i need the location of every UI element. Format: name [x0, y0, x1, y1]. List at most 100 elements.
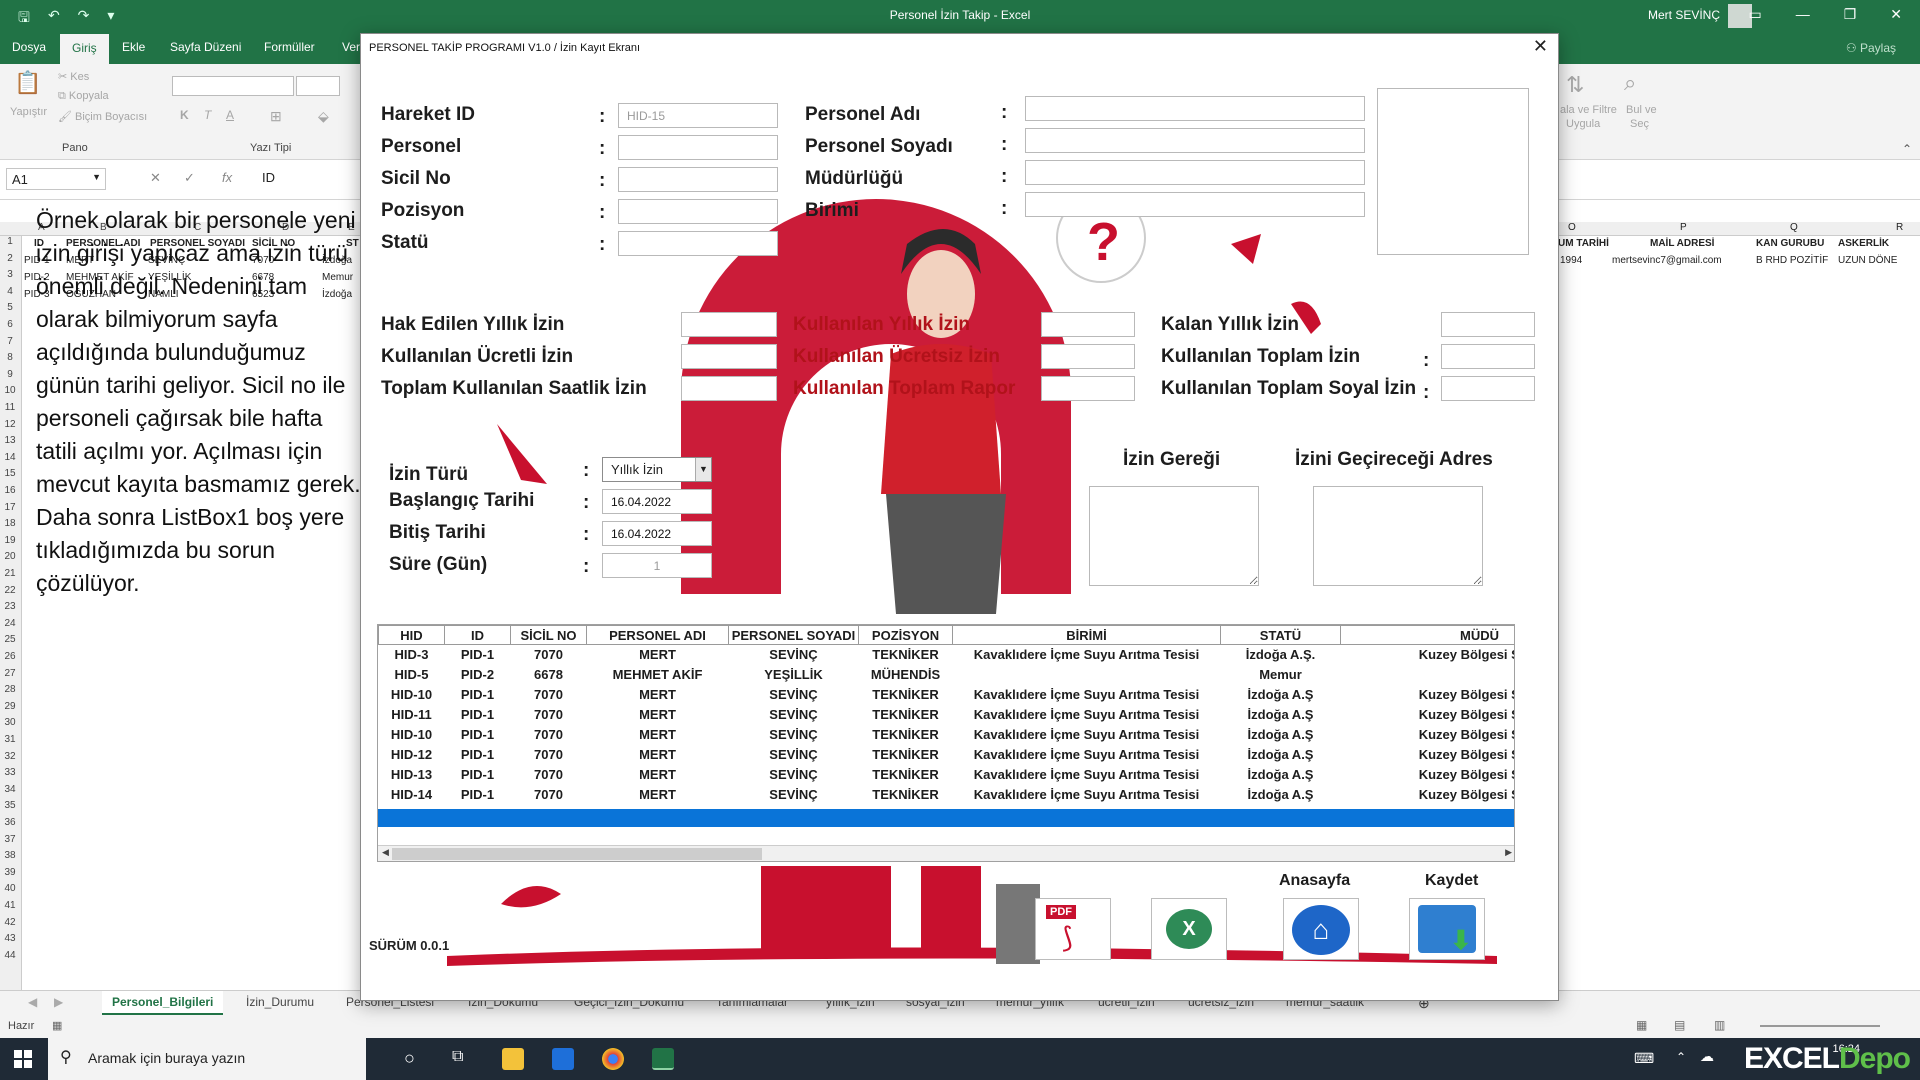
row-header[interactable]: 23	[0, 601, 20, 612]
column-header[interactable]: P	[1680, 222, 1687, 233]
row-header[interactable]: 15	[0, 468, 20, 479]
paste-button[interactable]: Yapıştır	[10, 106, 47, 118]
table-row[interactable]: HID-3 PID-1 7070 MERT SEVİNÇ TEKNİKER Kavaklıd…	[379, 645, 1514, 665]
clipboard-icon[interactable]: 📋	[14, 70, 41, 96]
italic-icon[interactable]: T	[204, 108, 211, 122]
row-header[interactable]: 32	[0, 751, 20, 762]
table-row[interactable]: HID-5 PID-2 6678 MEHMET AKİF YEŞİLLİK MÜHENDİ…	[379, 665, 1515, 685]
row-header[interactable]: 21	[0, 568, 20, 579]
row-header[interactable]: 33	[0, 767, 20, 778]
row-header[interactable]: 38	[0, 850, 20, 861]
row-header[interactable]: 41	[0, 900, 20, 911]
tab-veri[interactable]: Ver	[342, 40, 360, 54]
izin-turu-select[interactable]: Yıllık İzin ▼	[602, 457, 712, 482]
kullanilan-yillik-izin-field[interactable]	[1041, 312, 1135, 337]
scroll-right-icon[interactable]: ▶	[1505, 847, 1512, 858]
underline-icon[interactable]: A	[226, 108, 234, 122]
row-header[interactable]: 10	[0, 385, 20, 396]
share-button[interactable]: ⚇ Paylaş	[1846, 41, 1896, 55]
column-header-personel-soyadi[interactable]: PERSONEL SOYADI	[728, 625, 859, 645]
row-header[interactable]: 19	[0, 535, 20, 546]
page-layout-icon[interactable]: ▤	[1674, 1018, 1685, 1032]
bold-icon[interactable]: K	[180, 108, 189, 122]
row-header[interactable]: 25	[0, 634, 20, 645]
zoom-slider[interactable]	[1760, 1025, 1880, 1027]
column-header-id[interactable]: ID	[444, 625, 511, 645]
worksheet-grid-right[interactable]: O P Q R UM TARİHİ MAİL ADRESİ KAN GURUBU…	[1556, 200, 1920, 990]
row-header[interactable]: 26	[0, 651, 20, 662]
windows-start-icon[interactable]	[14, 1050, 32, 1068]
row-header[interactable]: 35	[0, 800, 20, 811]
selected-row-highlight[interactable]	[378, 809, 1514, 827]
row-header[interactable]: 28	[0, 684, 20, 695]
cell[interactable]: UM TARİHİ	[1558, 238, 1609, 249]
kullanilan-toplam-izin-field[interactable]	[1441, 344, 1535, 369]
row-header[interactable]: 24	[0, 618, 20, 629]
row-header[interactable]: 2	[0, 253, 20, 264]
scrollbar-thumb[interactable]	[392, 848, 762, 860]
name-box[interactable]: A1 ▼	[6, 168, 106, 190]
kullanilan-soyal-izin-field[interactable]	[1441, 376, 1535, 401]
macro-record-icon[interactable]: ▦	[52, 1019, 62, 1032]
scroll-left-icon[interactable]: ◀	[28, 995, 37, 1009]
column-header-mudurlugu[interactable]: MÜDÜ	[1340, 625, 1514, 645]
table-row[interactable]: UM TARİHİ MAİL ADRESİ KAN GURUBU ASKERLİ…	[1556, 238, 1920, 255]
personel-field[interactable]	[618, 135, 778, 160]
insert-function-icon[interactable]: fx	[222, 170, 232, 185]
sheet-tab-personel-bilgileri[interactable]: Personel_Bilgileri	[102, 991, 224, 1015]
row-header[interactable]: 5	[0, 302, 20, 313]
row-header[interactable]: 8	[0, 352, 20, 363]
user-name[interactable]: Mert SEVİNÇ	[1648, 8, 1720, 22]
row-header[interactable]: 34	[0, 784, 20, 795]
table-row[interactable]: HID-12 PID-1 7070 MERT SEVİNÇ TEKNİKER Kavaklı…	[379, 745, 1514, 765]
sicil-no-field[interactable]	[618, 167, 778, 192]
chrome-icon[interactable]	[602, 1048, 624, 1070]
row-header[interactable]: 39	[0, 867, 20, 878]
row-header[interactable]: 31	[0, 734, 20, 745]
normal-view-icon[interactable]: ▦	[1636, 1018, 1647, 1032]
tab-sayfa-duzeni[interactable]: Sayfa Düzeni	[170, 40, 241, 54]
ribbon-display-icon[interactable]: ▭	[1748, 6, 1761, 23]
restore-icon[interactable]: ❐	[1844, 6, 1857, 23]
kullanilan-ucretli-izin-field[interactable]	[681, 344, 777, 369]
cut-button[interactable]: ✂ Kes	[58, 70, 89, 83]
row-header[interactable]: 30	[0, 717, 20, 728]
scroll-left-icon[interactable]: ◀	[382, 847, 389, 858]
kalan-yillik-izin-field[interactable]	[1441, 312, 1535, 337]
row-header[interactable]: 29	[0, 701, 20, 712]
personel-photo-frame[interactable]	[1377, 88, 1529, 255]
minimize-icon[interactable]: —	[1796, 6, 1810, 23]
save-button[interactable]: ⬇	[1409, 898, 1485, 960]
file-explorer-icon[interactable]	[502, 1048, 524, 1070]
cell[interactable]: B RHD POZİTİF	[1756, 255, 1828, 266]
izin-listbox[interactable]: HID ID SİCİL NO PERSONEL ADI PERSONEL SO…	[377, 624, 1515, 862]
row-header[interactable]: 1	[0, 236, 20, 247]
izin-geregi-textarea[interactable]	[1089, 486, 1259, 586]
column-header-statu[interactable]: STATÜ	[1220, 625, 1341, 645]
mudurlugu-field[interactable]	[1025, 160, 1365, 185]
row-header[interactable]: 27	[0, 668, 20, 679]
excel-taskbar-icon[interactable]	[652, 1048, 674, 1070]
row-header[interactable]: 16	[0, 485, 20, 496]
table-row[interactable]: HID-10 PID-1 7070 MERT SEVİNÇ TEKNİKER Kavaklı…	[379, 725, 1514, 745]
home-button[interactable]: ⌂	[1283, 898, 1359, 960]
border-icon[interactable]: ⊞	[270, 108, 282, 125]
row-header[interactable]: 3	[0, 269, 20, 280]
tab-dosya[interactable]: Dosya	[12, 40, 46, 54]
column-header-birimi[interactable]: BİRİMİ	[952, 625, 1221, 645]
page-break-icon[interactable]: ▥	[1714, 1018, 1725, 1032]
pozisyon-field[interactable]	[618, 199, 778, 224]
keyboard-icon[interactable]: ⌨	[1634, 1050, 1654, 1067]
row-header[interactable]: 12	[0, 419, 20, 430]
formula-input[interactable]: ID	[262, 170, 275, 185]
row-header[interactable]: 42	[0, 917, 20, 928]
table-row[interactable]: HID-13 PID-1 7070 MERT SEVİNÇ TEKNİKER Kavaklı…	[379, 765, 1514, 785]
cell[interactable]: UZUN DÖNE	[1838, 255, 1897, 266]
taskbar-search[interactable]: ⚲ Aramak için buraya yazın	[48, 1038, 366, 1080]
table-row[interactable]: HID-11 PID-1 7070 MERT SEVİNÇ TEKNİKER Kavaklı…	[379, 705, 1514, 725]
row-header[interactable]: 13	[0, 435, 20, 446]
izin-adres-textarea[interactable]	[1313, 486, 1483, 586]
fill-color-icon[interactable]: ⬙	[318, 108, 329, 125]
row-header[interactable]: 40	[0, 883, 20, 894]
kullanilan-ucretsiz-izin-field[interactable]	[1041, 344, 1135, 369]
